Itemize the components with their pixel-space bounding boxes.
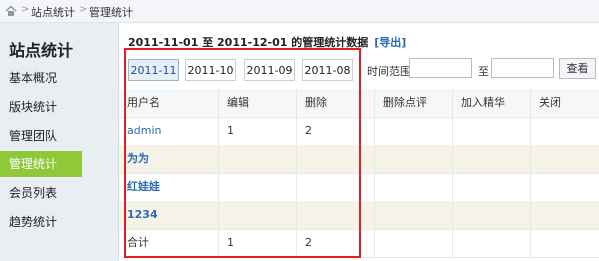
edit-count xyxy=(219,201,297,229)
edit-count xyxy=(219,173,297,201)
sidebar-item-admin-team[interactable]: 管理团队 xyxy=(0,123,118,149)
username-link[interactable]: 为为 xyxy=(119,145,219,173)
table-header-row: 用户名 编辑 删除 删除点评 加入精华 关闭 xyxy=(119,89,599,118)
column-header-digest: 加入精华 xyxy=(453,89,531,117)
delete-comment-count xyxy=(375,201,453,229)
digest-count xyxy=(453,145,531,173)
sidebar-item-overview[interactable]: 基本概况 xyxy=(0,65,118,91)
tab-2011-08[interactable]: 2011-08 xyxy=(302,59,353,81)
delete-comment-count xyxy=(375,145,453,173)
delete-count xyxy=(297,145,375,173)
close-count xyxy=(531,229,599,257)
export-link[interactable]: [导出] xyxy=(374,36,406,49)
column-header-username: 用户名 xyxy=(119,89,219,117)
stats-title: 2011-11-01 至 2011-12-01 的管理统计数据 xyxy=(128,36,369,49)
delete-count: 2 xyxy=(297,117,375,145)
table-row: 为为 xyxy=(119,145,599,174)
start-date-input[interactable] xyxy=(409,58,472,78)
edit-count xyxy=(219,145,297,173)
breadcrumb: > 站点统计 > 管理统计 xyxy=(0,0,599,23)
breadcrumb-separator: > xyxy=(21,4,30,15)
digest-count xyxy=(453,229,531,257)
end-date-input[interactable] xyxy=(491,58,554,78)
sidebar-title: 站点统计 xyxy=(9,41,74,60)
breadcrumb-item-site-stats[interactable]: 站点统计 xyxy=(31,4,75,20)
sidebar-item-member-list[interactable]: 会员列表 xyxy=(0,180,118,206)
table-total-row: 合计 1 2 xyxy=(119,229,599,258)
digest-count xyxy=(453,117,531,145)
main-panel: 2011-11-01 至 2011-12-01 的管理统计数据 [导出] 2011… xyxy=(119,23,599,261)
delete-count xyxy=(297,201,375,229)
column-header-delete-comment: 删除点评 xyxy=(375,89,453,117)
sidebar-item-forum-stats[interactable]: 版块统计 xyxy=(0,94,118,120)
username-link[interactable]: 红娃娃 xyxy=(119,173,219,201)
table-row: admin 1 2 xyxy=(119,117,599,146)
search-button[interactable]: 查看 xyxy=(559,58,596,79)
breadcrumb-item-admin-stats[interactable]: 管理统计 xyxy=(89,4,133,20)
sidebar-item-trend-stats[interactable]: 趋势统计 xyxy=(0,209,118,235)
breadcrumb-separator: > xyxy=(79,4,88,15)
tab-2011-09[interactable]: 2011-09 xyxy=(244,59,295,81)
delete-count xyxy=(297,173,375,201)
time-range-label: 时间范围: xyxy=(367,65,415,78)
username-link[interactable]: 1234 xyxy=(119,201,219,229)
username-link[interactable]: admin xyxy=(119,117,219,145)
digest-count xyxy=(453,201,531,229)
delete-comment-count xyxy=(375,117,453,145)
to-label: 至 xyxy=(478,65,489,78)
delete-comment-count xyxy=(375,229,453,257)
close-count xyxy=(531,201,599,229)
edit-count: 1 xyxy=(219,229,297,257)
home-icon[interactable] xyxy=(5,5,17,17)
close-count xyxy=(531,173,599,201)
table-row: 红娃娃 xyxy=(119,173,599,202)
sidebar: 站点统计 基本概况 版块统计 管理团队 管理统计 会员列表 趋势统计 xyxy=(0,23,119,261)
tab-2011-11[interactable]: 2011-11 xyxy=(128,59,179,81)
stats-header: 2011-11-01 至 2011-12-01 的管理统计数据 [导出] xyxy=(128,34,406,50)
digest-count xyxy=(453,173,531,201)
column-header-close: 关闭 xyxy=(539,96,561,109)
close-count xyxy=(531,145,599,173)
close-count xyxy=(531,117,599,145)
table-row: 1234 xyxy=(119,201,599,230)
edit-count: 1 xyxy=(219,117,297,145)
delete-comment-count xyxy=(375,173,453,201)
sidebar-item-admin-stats[interactable]: 管理统计 xyxy=(0,151,82,177)
column-header-edit: 编辑 xyxy=(219,89,297,117)
tab-2011-10[interactable]: 2011-10 xyxy=(185,59,236,81)
column-header-delete: 删除 xyxy=(297,89,375,117)
delete-count: 2 xyxy=(297,229,375,257)
total-label: 合计 xyxy=(119,229,219,257)
